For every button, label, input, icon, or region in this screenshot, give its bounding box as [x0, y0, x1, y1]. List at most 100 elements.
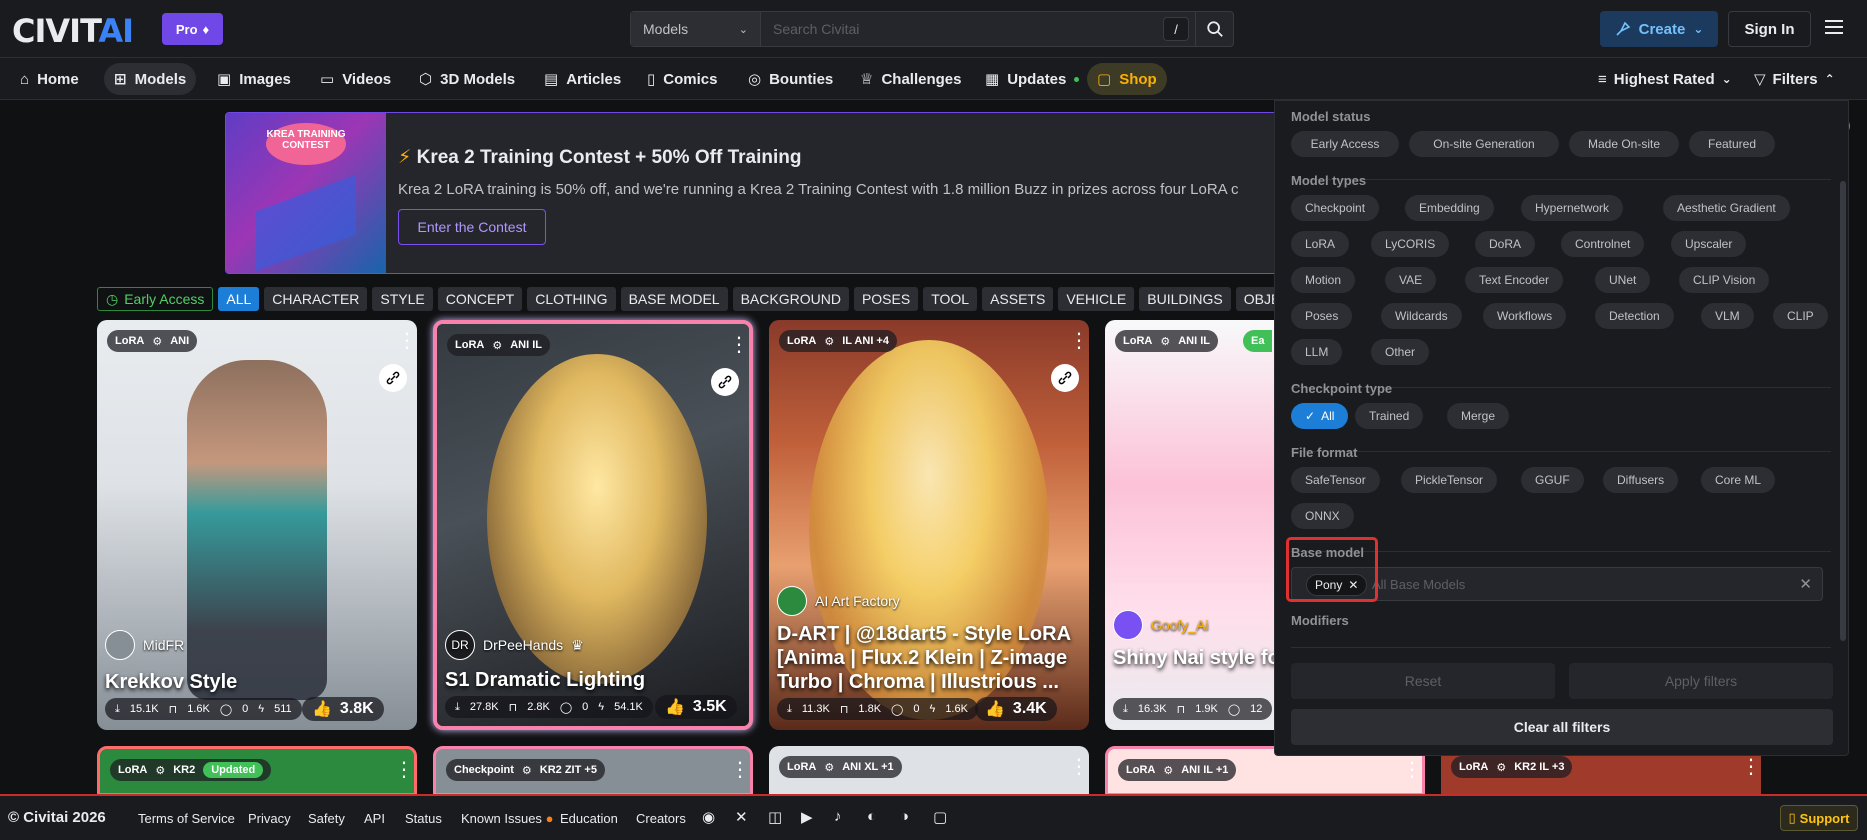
nav-models[interactable]: ⊞ Models	[104, 63, 197, 95]
card-author[interactable]: Goofy_Ai	[1113, 610, 1209, 640]
youtube-icon[interactable]: ▶	[801, 808, 821, 828]
chip-onnx[interactable]: ONNX	[1291, 503, 1354, 529]
sign-in-button[interactable]: Sign In	[1728, 11, 1811, 47]
nav-challenges[interactable]: ♕ Challenges	[850, 63, 971, 95]
nav-videos[interactable]: ▭ Videos	[310, 63, 401, 95]
footer-link-known-issues[interactable]: Known Issues ●	[461, 811, 553, 826]
model-card[interactable]: LoRA⚙ANI ⋮ MidFR Krekkov Style ⤓15.1K ⊓1…	[97, 320, 417, 730]
chat-icon[interactable]: ▢	[933, 808, 953, 828]
card-author[interactable]: DR DrPeeHands ♛	[445, 630, 584, 660]
card-author[interactable]: AI Art Factory	[777, 586, 900, 616]
clear-all-filters-button[interactable]: Clear all filters	[1291, 709, 1833, 745]
tag-style[interactable]: STYLE	[372, 287, 433, 311]
chip-merge[interactable]: Merge	[1447, 403, 1510, 429]
tag-concept[interactable]: CONCEPT	[437, 287, 523, 311]
chip-clip-vision[interactable]: CLIP Vision	[1679, 267, 1770, 293]
chip-unet[interactable]: UNet	[1595, 267, 1651, 293]
tag-clothing[interactable]: CLOTHING	[527, 287, 616, 311]
search-category-select[interactable]: Models ⌄	[631, 12, 761, 46]
footer-link-terms[interactable]: Terms of Service	[138, 811, 235, 826]
footer-link-status[interactable]: Status	[405, 811, 442, 826]
chip-hypernetwork[interactable]: Hypernetwork	[1521, 195, 1624, 221]
card-title[interactable]: Shiny Nai style fo illustrious/anima	[1113, 646, 1275, 670]
chip-upscaler[interactable]: Upscaler	[1671, 231, 1747, 257]
footer-link-safety[interactable]: Safety	[308, 811, 345, 826]
chip-workflows[interactable]: Workflows	[1483, 303, 1567, 329]
tag-all[interactable]: ALL	[218, 287, 260, 311]
enter-contest-button[interactable]: Enter the Contest	[398, 209, 546, 245]
chip-detection[interactable]: Detection	[1595, 303, 1674, 329]
model-card[interactable]: LoRA ⚙ ANI IL Ea Goofy_Ai Shiny Nai style …	[1105, 320, 1275, 730]
filters-button[interactable]: ▽ Filters ⌃	[1754, 63, 1835, 95]
tag-early-access[interactable]: ◷ Early Access	[97, 287, 214, 311]
chip-early-access[interactable]: Early Access	[1291, 131, 1399, 157]
hamburger-menu-button[interactable]	[1823, 16, 1851, 42]
card-menu-button[interactable]: ⋮	[1069, 330, 1089, 352]
model-card[interactable]: LoRA ⚙ KR2 Updated ⋮	[97, 746, 417, 796]
chip-controlnet[interactable]: Controlnet	[1561, 231, 1645, 257]
tag-buildings[interactable]: BUILDINGS	[1139, 287, 1231, 311]
chip-llm[interactable]: LLM	[1291, 339, 1343, 365]
chip-poses[interactable]: Poses	[1291, 303, 1353, 329]
card-title[interactable]: S1 Dramatic Lighting	[445, 668, 741, 692]
footer-link-creators[interactable]: Creators	[636, 811, 686, 826]
chip-diffusers[interactable]: Diffusers	[1603, 467, 1679, 493]
chip-on-site-generation[interactable]: On-site Generation	[1409, 131, 1559, 157]
chip-safetensor[interactable]: SafeTensor	[1291, 467, 1380, 493]
tiktok-icon[interactable]: ♪	[834, 808, 854, 828]
github-icon[interactable]: ◑	[900, 808, 920, 828]
search-button[interactable]	[1195, 12, 1233, 46]
discord-icon[interactable]: ◉	[702, 808, 722, 828]
link-button[interactable]	[379, 364, 407, 392]
tag-poses[interactable]: POSES	[853, 287, 919, 311]
chip-lycoris[interactable]: LyCORIS	[1371, 231, 1450, 257]
card-author[interactable]: MidFR	[105, 630, 184, 660]
footer-link-api[interactable]: API	[364, 811, 385, 826]
like-button[interactable]: 👍 3.4K	[975, 697, 1057, 721]
chip-clip[interactable]: CLIP	[1773, 303, 1828, 329]
card-menu-button[interactable]: ⋮	[1402, 759, 1422, 781]
card-menu-button[interactable]: ⋮	[730, 759, 750, 781]
tag-background[interactable]: BACKGROUND	[732, 287, 849, 311]
nav-images[interactable]: ▣ Images	[207, 63, 301, 95]
clear-base-model-button[interactable]: ✕	[1799, 575, 1812, 593]
chip-made-on-site[interactable]: Made On-site	[1569, 131, 1679, 157]
nav-shop[interactable]: ▢ Shop	[1087, 63, 1167, 95]
model-card[interactable]: LoRA⚙IL ANI +4 ⋮ AI Art Factory D-ART | …	[769, 320, 1089, 730]
tag-tool[interactable]: TOOL	[923, 287, 978, 311]
pro-button[interactable]: Pro ♦	[162, 13, 223, 45]
chip-gguf[interactable]: GGUF	[1521, 467, 1584, 493]
card-menu-button[interactable]: ⋮	[394, 759, 414, 781]
chip-vlm[interactable]: VLM	[1701, 303, 1754, 329]
nav-updates[interactable]: ▦ Updates	[975, 63, 1089, 95]
card-menu-button[interactable]: ⋮	[1069, 756, 1089, 778]
like-button[interactable]: 👍 3.5K	[655, 695, 737, 719]
chip-core-ml[interactable]: Core ML	[1701, 467, 1776, 493]
chip-embedding[interactable]: Embedding	[1405, 195, 1494, 221]
model-card[interactable]: Checkpoint ⚙ KR2 ZIT +5 ⋮	[433, 746, 753, 796]
card-title[interactable]: Krekkov Style	[105, 670, 409, 694]
card-title[interactable]: D-ART | @18dart5 - Style LoRA [Anima | F…	[777, 622, 1081, 694]
instagram-icon[interactable]: ◫	[768, 808, 788, 828]
chip-aesthetic-gradient[interactable]: Aesthetic Gradient	[1663, 195, 1790, 221]
chip-dora[interactable]: DoRA	[1475, 231, 1536, 257]
link-button[interactable]	[1051, 364, 1079, 392]
chip-checkpoint[interactable]: Checkpoint	[1291, 195, 1380, 221]
create-button[interactable]: Create ⌄	[1600, 11, 1718, 47]
nav-comics[interactable]: ▯ Comics	[637, 63, 727, 95]
nav-articles[interactable]: ▤ Articles	[534, 63, 631, 95]
chip-motion[interactable]: Motion	[1291, 267, 1356, 293]
reset-button[interactable]: Reset	[1291, 663, 1555, 699]
chip-text-encoder[interactable]: Text Encoder	[1465, 267, 1564, 293]
apply-filters-button[interactable]: Apply filters	[1569, 663, 1833, 699]
footer-link-education[interactable]: Education	[560, 811, 618, 826]
nav-bounties[interactable]: ◎ Bounties	[738, 63, 843, 95]
model-card[interactable]: LoRA ⚙ ANI XL +1 ⋮	[769, 746, 1089, 796]
search-input[interactable]	[761, 12, 1163, 46]
sort-dropdown[interactable]: ≡ Highest Rated ⌄	[1598, 63, 1732, 95]
tag-assets[interactable]: ASSETS	[982, 287, 1054, 311]
chip-pickletensor[interactable]: PickleTensor	[1401, 467, 1498, 493]
chip-lora[interactable]: LoRA	[1291, 231, 1350, 257]
card-menu-button[interactable]: ⋮	[397, 330, 417, 352]
tag-objects[interactable]: OBJECTS	[1235, 287, 1277, 311]
